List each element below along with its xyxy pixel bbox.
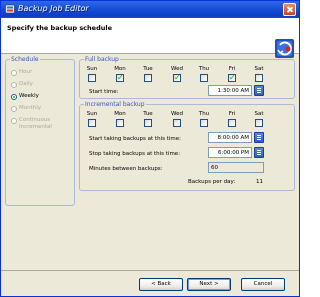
cancel-button[interactable]: Cancel — [241, 278, 285, 291]
back-button[interactable]: < Back — [139, 278, 183, 291]
day-label-wed: Wed — [171, 66, 183, 72]
backups-per-day-value: 11 — [256, 179, 263, 185]
day-label-wed: Wed — [171, 111, 183, 117]
full-backup-start-time-field[interactable]: 1:30:00 AM — [208, 85, 252, 96]
day-label-tue: Tue — [143, 111, 153, 117]
incremental-stop-spinner-button[interactable] — [254, 147, 264, 158]
incremental-wed-checkbox[interactable] — [173, 119, 181, 127]
schedule-group-label: Schedule — [10, 56, 40, 63]
next-button[interactable]: Next > — [187, 278, 231, 291]
full-backup-mon-checkbox[interactable] — [116, 73, 124, 83]
radio-button[interactable] — [11, 94, 17, 100]
radio-weekly-label: Weekly — [19, 93, 39, 99]
day-label-mon: Mon — [114, 66, 126, 72]
radio-button[interactable] — [11, 118, 17, 124]
backup-job-editor-window: Backup Job Editor Specify the backup sch… — [0, 0, 300, 297]
radio-daily-label: Daily — [19, 81, 33, 87]
radio-hour-label: Hour — [19, 69, 33, 75]
radio-daily[interactable]: Daily — [11, 81, 33, 88]
full-backup-group: Full backup Sun Mon Tue Wed Thu Fri Sat … — [79, 56, 295, 99]
backup-logo-icon — [275, 39, 294, 58]
incremental-tue-checkbox[interactable] — [144, 119, 152, 127]
incremental-backup-group: Incremental backup Sun Mon Tue Wed Thu F… — [79, 101, 295, 191]
incremental-fri-checkbox[interactable] — [228, 119, 236, 127]
close-button[interactable] — [283, 3, 296, 16]
page-title: Specify the backup schedule — [7, 24, 112, 32]
incremental-backup-group-label: Incremental backup — [84, 101, 146, 108]
radio-monthly[interactable]: Monthly — [11, 105, 41, 112]
day-label-sat: Sat — [254, 111, 264, 117]
radio-button[interactable] — [11, 106, 17, 112]
full-backup-fri-checkbox[interactable] — [228, 73, 236, 83]
wizard-header: Specify the backup schedule — [1, 18, 299, 58]
backup-app-icon — [5, 4, 15, 14]
full-backup-time-spinner-button[interactable] — [254, 85, 264, 96]
incremental-thu-checkbox[interactable] — [200, 119, 208, 127]
schedule-group: Schedule Hour Daily Weekly Monthly Conti… — [5, 56, 75, 206]
full-backup-tue-checkbox[interactable] — [144, 74, 152, 82]
radio-continuous[interactable]: Continuous Incremental — [11, 117, 52, 131]
day-label-thu: Thu — [198, 111, 210, 117]
incremental-start-time-field[interactable]: 8:00:00 AM — [208, 132, 252, 143]
stop-taking-backups-label: Stop taking backups at this time: — [89, 151, 181, 157]
radio-monthly-label: Monthly — [19, 105, 42, 111]
incremental-sat-checkbox[interactable] — [255, 119, 263, 127]
day-label-sat: Sat — [254, 66, 264, 72]
title-bar[interactable]: Backup Job Editor — [1, 1, 299, 18]
day-label-sun: Sun — [86, 66, 98, 72]
incremental-stop-time-field[interactable]: 6:00:00 PM — [208, 147, 252, 158]
day-label-sun: Sun — [86, 111, 98, 117]
radio-button[interactable] — [11, 82, 17, 88]
start-taking-backups-label: Start taking backups at this time: — [89, 136, 181, 142]
footer-divider — [1, 270, 299, 271]
day-label-tue: Tue — [143, 66, 153, 72]
full-backup-group-label: Full backup — [84, 56, 120, 63]
incremental-sun-checkbox[interactable] — [88, 119, 96, 127]
minutes-between-backups-field[interactable]: 60 — [208, 162, 264, 173]
full-backup-thu-checkbox[interactable] — [200, 74, 208, 82]
day-label-fri: Fri — [228, 111, 236, 117]
incremental-mon-checkbox[interactable] — [116, 119, 124, 127]
day-label-fri: Fri — [228, 66, 236, 72]
full-backup-sat-checkbox[interactable] — [255, 74, 263, 82]
radio-weekly[interactable]: Weekly — [11, 93, 39, 100]
window-title: Backup Job Editor — [18, 4, 89, 13]
full-backup-wed-checkbox[interactable] — [173, 73, 181, 83]
radio-hour[interactable]: Hour — [11, 69, 32, 76]
radio-continuous-label: Continuous Incremental — [19, 117, 52, 130]
full-backup-sun-checkbox[interactable] — [88, 74, 96, 82]
radio-button[interactable] — [11, 70, 17, 76]
minutes-between-backups-label: Minutes between backups: — [89, 166, 163, 172]
day-label-mon: Mon — [114, 111, 126, 117]
incremental-start-spinner-button[interactable] — [254, 132, 264, 143]
start-time-label: Start time: — [89, 89, 119, 95]
backups-per-day-label: Backups per day: — [188, 179, 236, 185]
day-label-thu: Thu — [198, 66, 210, 72]
